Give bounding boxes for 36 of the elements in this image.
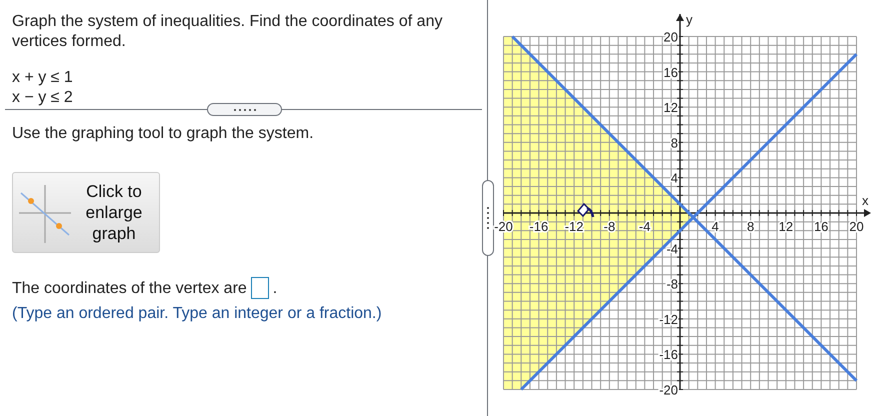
resize-handle[interactable]: [482, 180, 494, 256]
x-tick-label: -16: [529, 219, 548, 234]
y-tick-label: 4: [670, 170, 678, 186]
y-tick-label: -12: [659, 312, 678, 327]
resize-handle[interactable]: [207, 103, 282, 116]
y-tick-label: 16: [664, 64, 678, 80]
x-tick-label: -4: [638, 219, 650, 234]
y-tick-label: -4: [666, 241, 678, 256]
y-tick-label: 12: [664, 100, 678, 116]
answer-hint: (Type an ordered pair. Type an integer or a fraction.): [12, 304, 383, 324]
y-axis-label: y: [686, 12, 692, 27]
x-tick-label: 12: [778, 219, 794, 234]
question-prompt: Graph the system of inequalities. Find the coordinates of any vertices formed.: [12, 12, 444, 52]
x-tick-label: -20: [494, 219, 513, 234]
y-tick-label: 20: [664, 30, 678, 44]
x-tick-label: 8: [746, 219, 754, 234]
y-tick-label: -16: [659, 347, 678, 362]
x-tick-label: -12: [564, 219, 584, 234]
answer-box[interactable]: [250, 277, 269, 299]
x-tick-label: 20: [849, 219, 864, 234]
enlarge-graph-button[interactable]: Click to enlarge graph: [12, 172, 160, 253]
inequality: x + y ≤ 1: [12, 68, 74, 88]
x-tick-label: -8: [604, 219, 616, 234]
x-tick-label: 4: [712, 219, 719, 234]
y-tick-label: -20: [659, 382, 678, 398]
answer-prompt: The coordinates of the vertex are: [12, 279, 247, 299]
graph[interactable]: -20 -16 -12 -8 -4 4 8 12 16 20 -20 -16 -12 -8 -4 4 8 12 16 20 x y: [488, 0, 871, 416]
instruction-text: Use the graphing tool to graph the system.: [12, 124, 315, 144]
y-tick-label: 8: [670, 135, 678, 150]
inequality: x − y ≤ 2: [12, 88, 74, 108]
x-axis-label: x: [862, 193, 868, 208]
period-text: .: [272, 279, 278, 299]
x-tick-label: 16: [814, 219, 828, 234]
graph-thumbnail-icon: [19, 182, 71, 242]
y-tick-label: -8: [666, 276, 678, 292]
cursor-icon: [576, 202, 594, 218]
